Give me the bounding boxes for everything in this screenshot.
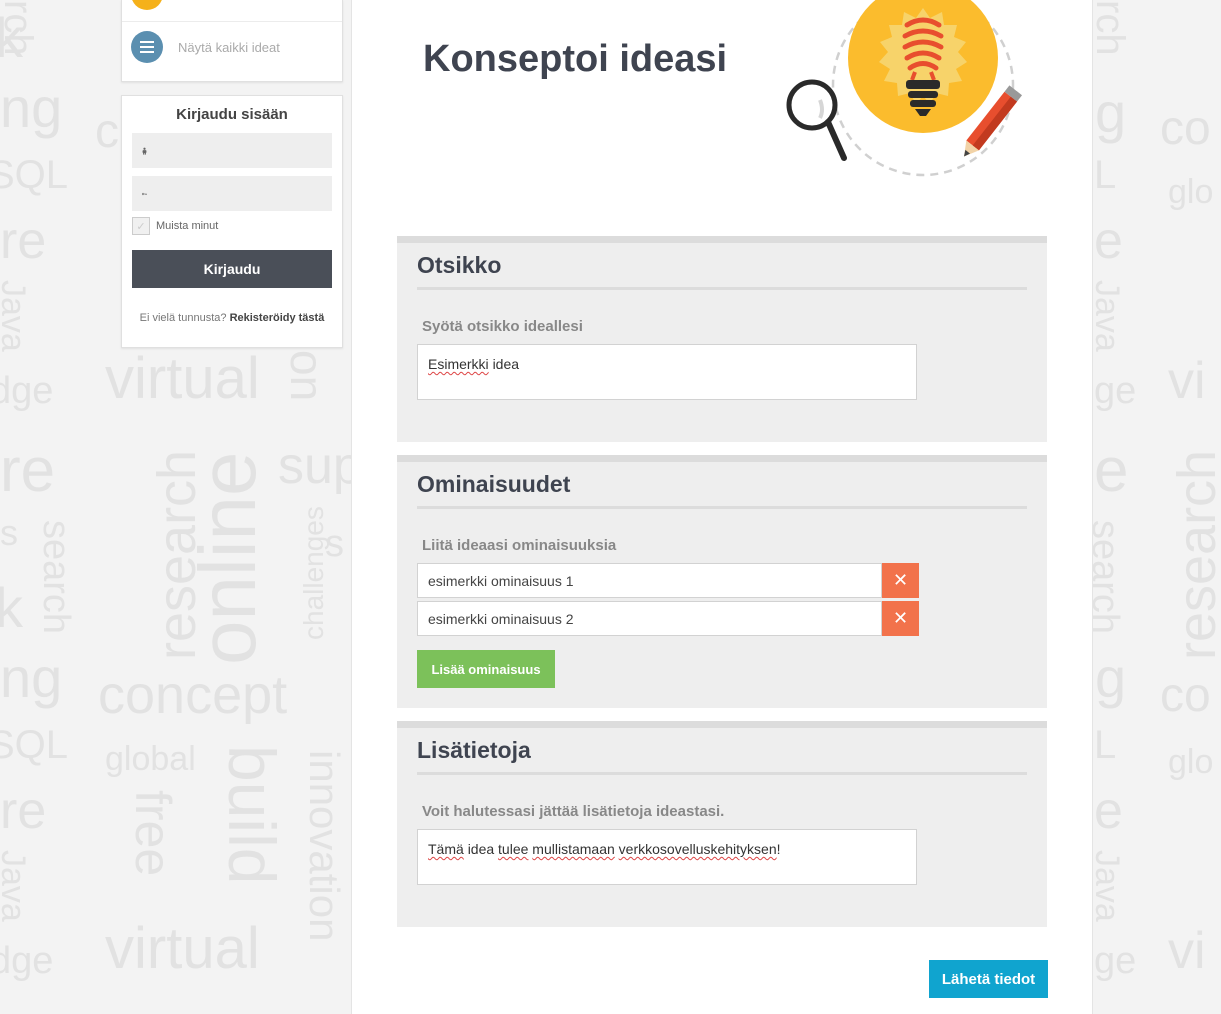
bg-word: challenges (298, 506, 329, 640)
property-row: esimerkki ominaisuus 2 ✕ (417, 601, 1047, 636)
bg-word: build (215, 745, 289, 885)
bg-word: g (1095, 81, 1127, 144)
main-content: Konseptoi ideasi Otsikko Syötä otsikko i… (351, 0, 1093, 1014)
username-field[interactable] (132, 133, 332, 168)
bg-word: e (1094, 212, 1123, 270)
lightbulb-illustration (786, 0, 1023, 177)
nav-item-show-all-ideas[interactable]: Näytä kaikki ideat (122, 22, 342, 72)
section-properties: Ominaisuudet Liitä ideaasi ominaisuuksia… (397, 455, 1047, 708)
remember-label: Muista minut (156, 220, 219, 232)
bg-word: on (281, 350, 333, 402)
field-label: Liitä ideaasi ominaisuuksia (422, 537, 617, 554)
bg-word: ge (1094, 940, 1137, 982)
bg-word: research (1167, 449, 1221, 660)
property-input[interactable]: esimerkki ominaisuus 1 (417, 563, 882, 598)
property-input[interactable]: esimerkki ominaisuus 2 (417, 601, 882, 636)
field-label: Syötä otsikko ideallesi (422, 318, 583, 335)
details-word: verkkosovelluskehityksen (618, 841, 777, 857)
bg-word: Java (0, 850, 32, 922)
details-word: tulee (498, 841, 529, 857)
bg-word: online (183, 451, 272, 665)
section-title: Otsikko Syötä otsikko ideallesi Esimerkk… (397, 236, 1047, 442)
details-word: Tämä (428, 841, 464, 857)
submit-button[interactable]: Lähetä tiedot (929, 960, 1048, 998)
details-word: idea (467, 841, 495, 857)
bg-word: re (0, 212, 47, 270)
bg-word: Java (0, 280, 32, 352)
bg-word: search (35, 520, 77, 635)
bg-word: re (0, 782, 47, 840)
bg-word: virtual (105, 346, 260, 411)
details-textarea[interactable]: Tämä idea tulee mullistamaan verkkosovel… (417, 829, 917, 885)
add-property-button[interactable]: Lisää ominaisuus (417, 650, 555, 688)
bg-word: ng (0, 646, 63, 709)
nav-card: Näytä kaikki ideat (121, 0, 343, 82)
section-heading: Ominaisuudet (417, 471, 1027, 509)
title-input[interactable]: Esimerkki idea (417, 344, 917, 400)
bg-word: dge (0, 370, 54, 412)
bg-word: co (1160, 669, 1211, 722)
bg-word: e (1094, 436, 1129, 505)
bg-word: glo (1168, 743, 1214, 781)
section-heading: Otsikko (417, 252, 1027, 290)
login-title: Kirjaudu sisään (176, 106, 288, 123)
bg-word: g (1095, 646, 1127, 709)
login-button[interactable]: Kirjaudu (132, 250, 332, 288)
bg-word: innovation (301, 750, 348, 942)
bg-word: c (95, 105, 119, 158)
bg-word: glo (1168, 173, 1214, 211)
bg-word: sup (278, 437, 362, 495)
bg-word: free (125, 790, 181, 877)
bg-word: virtual (105, 916, 260, 981)
register-prompt: Ei vielä tunnusta? Rekisteröidy tästä (132, 312, 332, 324)
password-input[interactable] (147, 176, 332, 211)
bg-word: ng (0, 76, 63, 139)
remember-checkbox[interactable]: ✓ (132, 217, 150, 235)
sidebar: Näytä kaikki ideat Kirjaudu sisään ✓ Mui… (121, 0, 343, 348)
list-icon (131, 31, 163, 63)
bg-word: e (1094, 782, 1123, 840)
bg-word: ge (1094, 370, 1137, 412)
nav-item-label: Näytä kaikki ideat (178, 39, 280, 55)
bg-word: rch (0, 0, 40, 56)
bg-word: vi (1168, 352, 1206, 410)
bg-word: concept (98, 665, 288, 725)
bg-word: Java (1088, 850, 1126, 922)
bg-word: SQL (0, 153, 69, 197)
details-word: ! (776, 841, 781, 857)
register-text: Ei vielä tunnusta? (139, 312, 227, 324)
bg-word: L (1094, 723, 1117, 767)
bg-word: dge (0, 940, 54, 982)
login-card: Kirjaudu sisään ✓ Muista minut Kirjaudu … (121, 95, 343, 348)
bg-word: rch (1088, 0, 1132, 56)
bg-word: co (1160, 102, 1211, 155)
bg-word: Java (1088, 280, 1126, 352)
bg-word: k (0, 576, 23, 639)
register-link[interactable]: Rekisteröidy tästä (230, 312, 325, 324)
bg-word: vi (1168, 922, 1206, 980)
password-field[interactable] (132, 176, 332, 211)
title-value-word: Esimerkki (428, 356, 489, 372)
bg-word: re (0, 436, 56, 505)
bg-word: s (0, 512, 18, 553)
remember-me[interactable]: ✓ Muista minut (132, 217, 332, 235)
section-details: Lisätietoja Voit halutessasi jättää lisä… (397, 721, 1047, 927)
property-row: esimerkki ominaisuus 1 ✕ (417, 563, 1047, 598)
field-label: Voit halutessasi jättää lisätietoja idea… (422, 803, 725, 820)
title-value-word: idea (492, 356, 520, 372)
bg-word: global (105, 740, 196, 778)
nav-top-icon (131, 0, 163, 10)
page-title: Konseptoi ideasi (423, 38, 728, 80)
bg-word: SQL (0, 723, 69, 767)
close-icon[interactable]: ✕ (882, 563, 919, 598)
details-word: mullistamaan (532, 841, 615, 857)
nav-item-top[interactable] (122, 0, 342, 22)
close-icon[interactable]: ✕ (882, 601, 919, 636)
section-heading: Lisätietoja (417, 737, 1027, 775)
bg-word: s (325, 523, 344, 565)
username-input[interactable] (147, 133, 332, 168)
bg-word: L (1094, 153, 1117, 197)
